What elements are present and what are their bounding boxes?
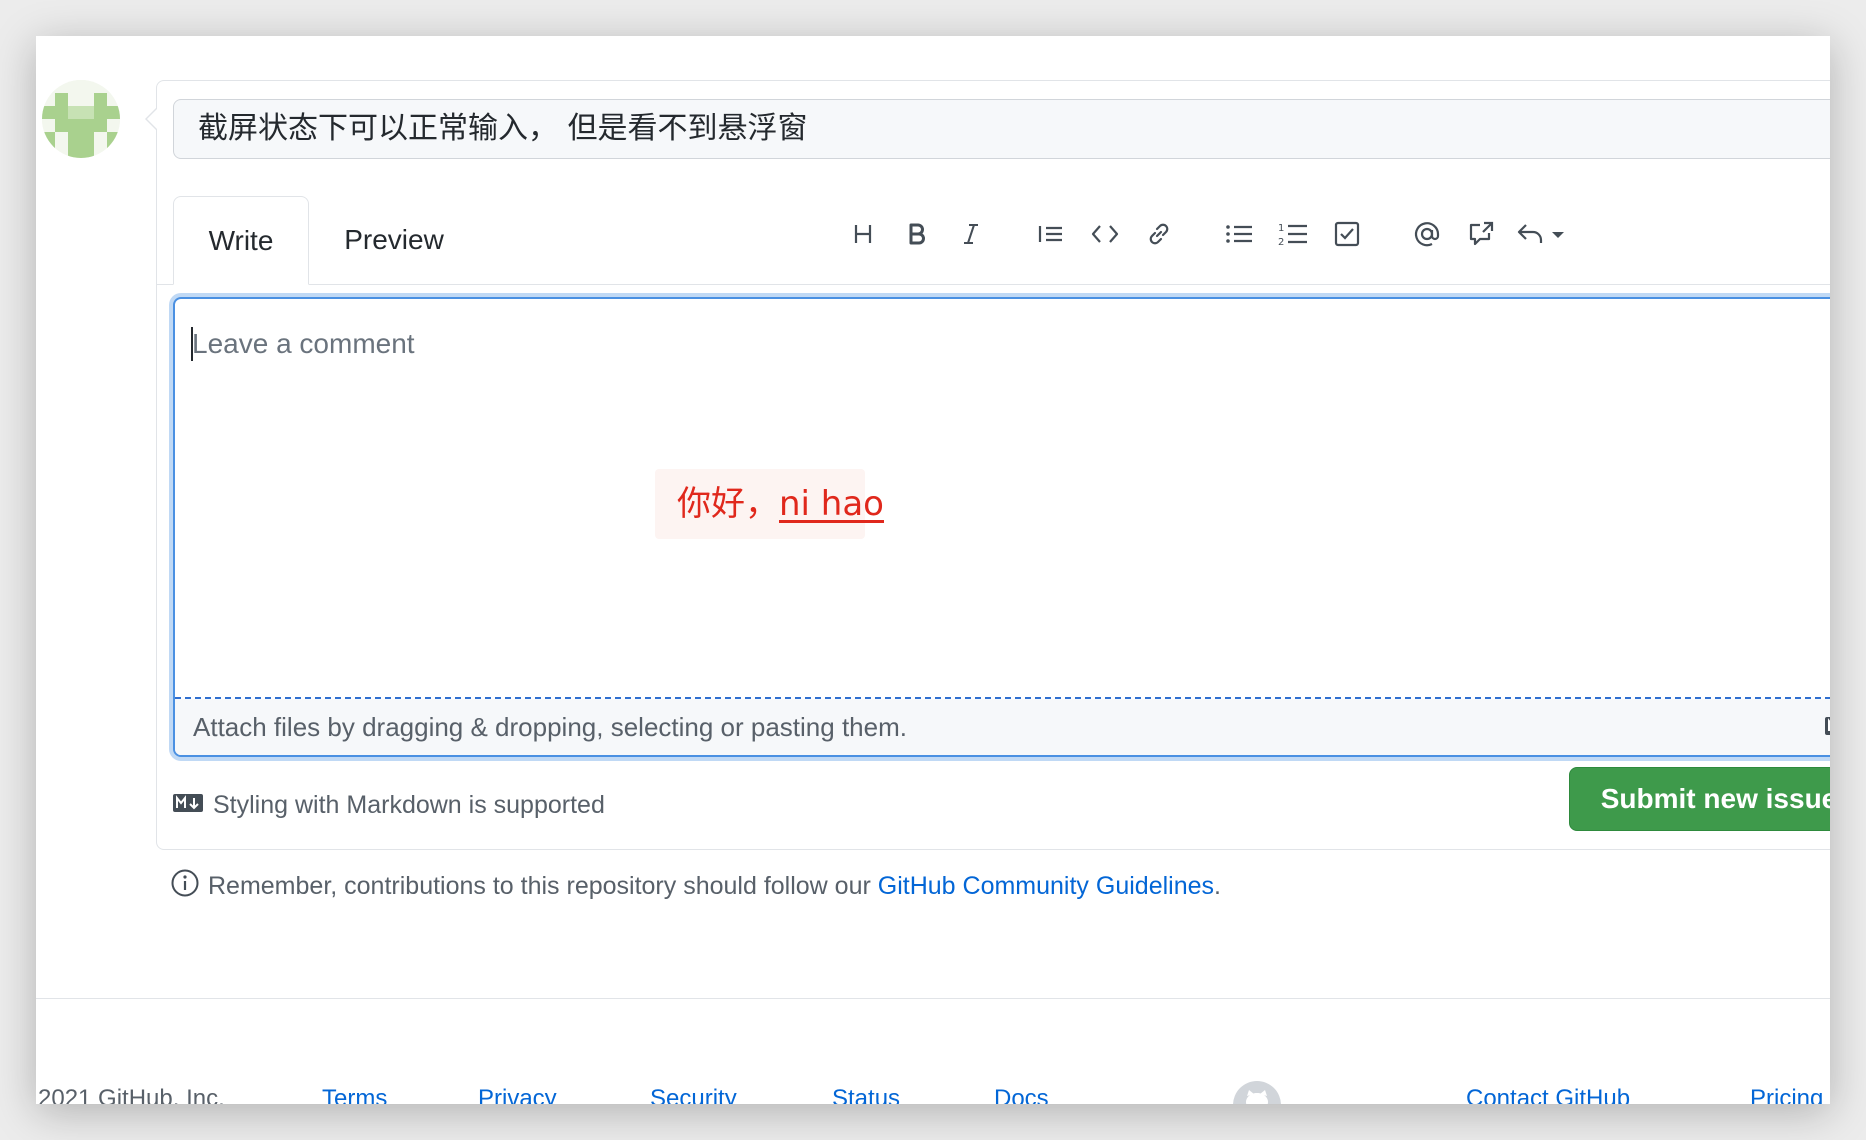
footer-link-pricing[interactable]: Pricing [1750,1084,1823,1104]
bulleted-list-icon[interactable] [1219,214,1259,254]
editor-tabs: Write Preview 1 2 [157,196,1830,285]
ime-pinyin-composition: ni hao [779,484,884,524]
footer-link-privacy[interactable]: Privacy [478,1084,557,1104]
markdown-icon [1825,716,1830,741]
community-guidelines-note: Remember, contributions to this reposito… [170,866,1221,906]
attach-files-bar[interactable]: Attach files by dragging & dropping, sel… [175,699,1830,755]
markdown-icon [173,791,203,820]
mention-icon[interactable] [1407,214,1447,254]
svg-text:1: 1 [1278,223,1284,234]
guidelines-text: Remember, contributions to this reposito… [208,871,878,900]
footer-link-docs[interactable]: Docs [994,1084,1049,1104]
footer-link-security[interactable]: Security [650,1084,737,1104]
link-icon[interactable] [1139,214,1179,254]
tab-write[interactable]: Write [173,196,309,285]
ime-candidate-window[interactable]: 你好，ni hao [655,469,884,539]
reply-icon[interactable] [1515,214,1567,254]
ime-candidate-text: 你好， [677,484,779,524]
footer-link-contact-github[interactable]: Contact GitHub [1466,1084,1630,1104]
footer-divider [36,998,1830,999]
cross-reference-icon[interactable] [1461,214,1501,254]
heading-icon[interactable] [843,214,883,254]
markdown-support-note: Styling with Markdown is supported [173,785,605,825]
bold-icon[interactable] [897,214,937,254]
code-icon[interactable] [1085,214,1125,254]
tab-preview[interactable]: Preview [319,196,469,284]
submit-new-issue-button[interactable]: Submit new issue [1569,767,1830,831]
attach-files-text: Attach files by dragging & dropping, sel… [193,712,907,742]
community-guidelines-link[interactable]: GitHub Community Guidelines [878,872,1214,900]
footer-copyright: 2021 GitHub, Inc. [38,1085,225,1104]
user-avatar[interactable] [42,80,120,158]
task-list-icon[interactable] [1327,214,1367,254]
issue-title-input[interactable]: 截屏状态下可以正常输入， 但是看不到悬浮窗 [173,99,1830,159]
github-logo-icon[interactable] [1232,1080,1282,1104]
numbered-list-icon[interactable]: 12 [1273,214,1313,254]
comment-textarea[interactable]: Leave a comment 你好，ni hao [175,299,1830,699]
comment-placeholder: Leave a comment [192,328,415,359]
footer-link-terms[interactable]: Terms [322,1084,387,1104]
footer-link-status[interactable]: Status [832,1084,900,1104]
italic-icon[interactable] [951,214,991,254]
quote-icon[interactable] [1031,214,1071,254]
issue-composer: 截屏状态下可以正常输入， 但是看不到悬浮窗 Write Preview 1 2 … [145,80,1830,850]
comment-editor: Leave a comment 你好，ni hao Attach files b… [173,297,1830,757]
info-icon [170,868,200,905]
svg-text:2: 2 [1278,237,1284,247]
browser-window: 截屏状态下可以正常输入， 但是看不到悬浮窗 Write Preview 1 2 … [36,36,1830,1104]
markdown-support-link[interactable]: Styling with Markdown is supported [213,791,605,820]
